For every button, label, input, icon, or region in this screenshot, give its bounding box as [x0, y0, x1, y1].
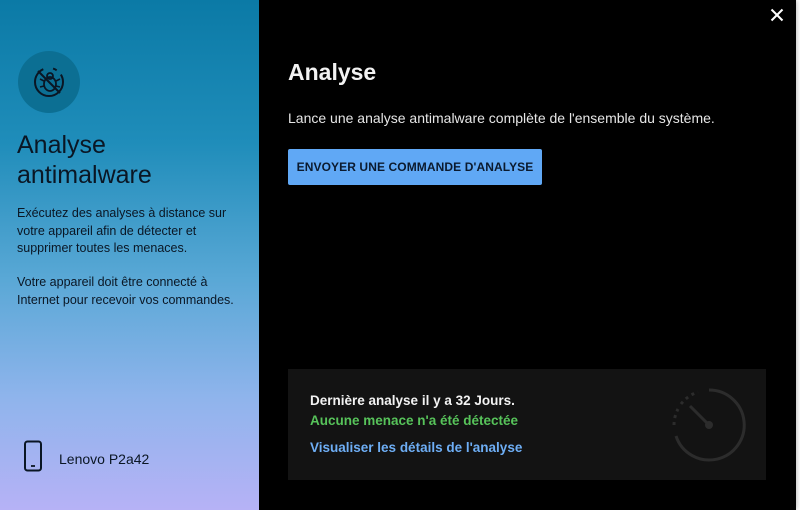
device-info: Lenovo P2a42	[23, 440, 149, 477]
device-name: Lenovo P2a42	[59, 450, 150, 467]
scan-description: Lance une analyse antimalware complète d…	[288, 110, 715, 126]
antimalware-dialog: Analyse antimalware Exécutez des analyse…	[0, 0, 796, 510]
smartphone-icon	[23, 440, 43, 477]
send-scan-command-button[interactable]: ENVOYER UNE COMMANDE D'ANALYSE	[288, 149, 542, 185]
view-scan-details-link[interactable]: Visualiser les détails de l'analyse	[310, 440, 522, 455]
last-scan-card: Dernière analyse il y a 32 Jours. Aucune…	[288, 369, 766, 480]
close-button[interactable]	[766, 6, 788, 28]
gauge-icon	[668, 384, 750, 471]
info-panel: Analyse antimalware Exécutez des analyse…	[0, 0, 259, 510]
threat-status-text: Aucune menace n'a été détectée	[310, 413, 519, 428]
last-scan-text: Dernière analyse il y a 32 Jours.	[310, 393, 515, 408]
connection-note: Votre appareil doit être connecté à Inte…	[17, 275, 234, 307]
bug-scan-icon	[18, 51, 80, 113]
scan-panel: Analyse Lance une analyse antimalware co…	[259, 0, 796, 510]
feature-title: Analyse antimalware	[17, 131, 152, 189]
close-icon	[770, 8, 784, 27]
page-title: Analyse	[288, 59, 377, 85]
feature-description: Exécutez des analyses à distance sur vot…	[17, 206, 227, 255]
